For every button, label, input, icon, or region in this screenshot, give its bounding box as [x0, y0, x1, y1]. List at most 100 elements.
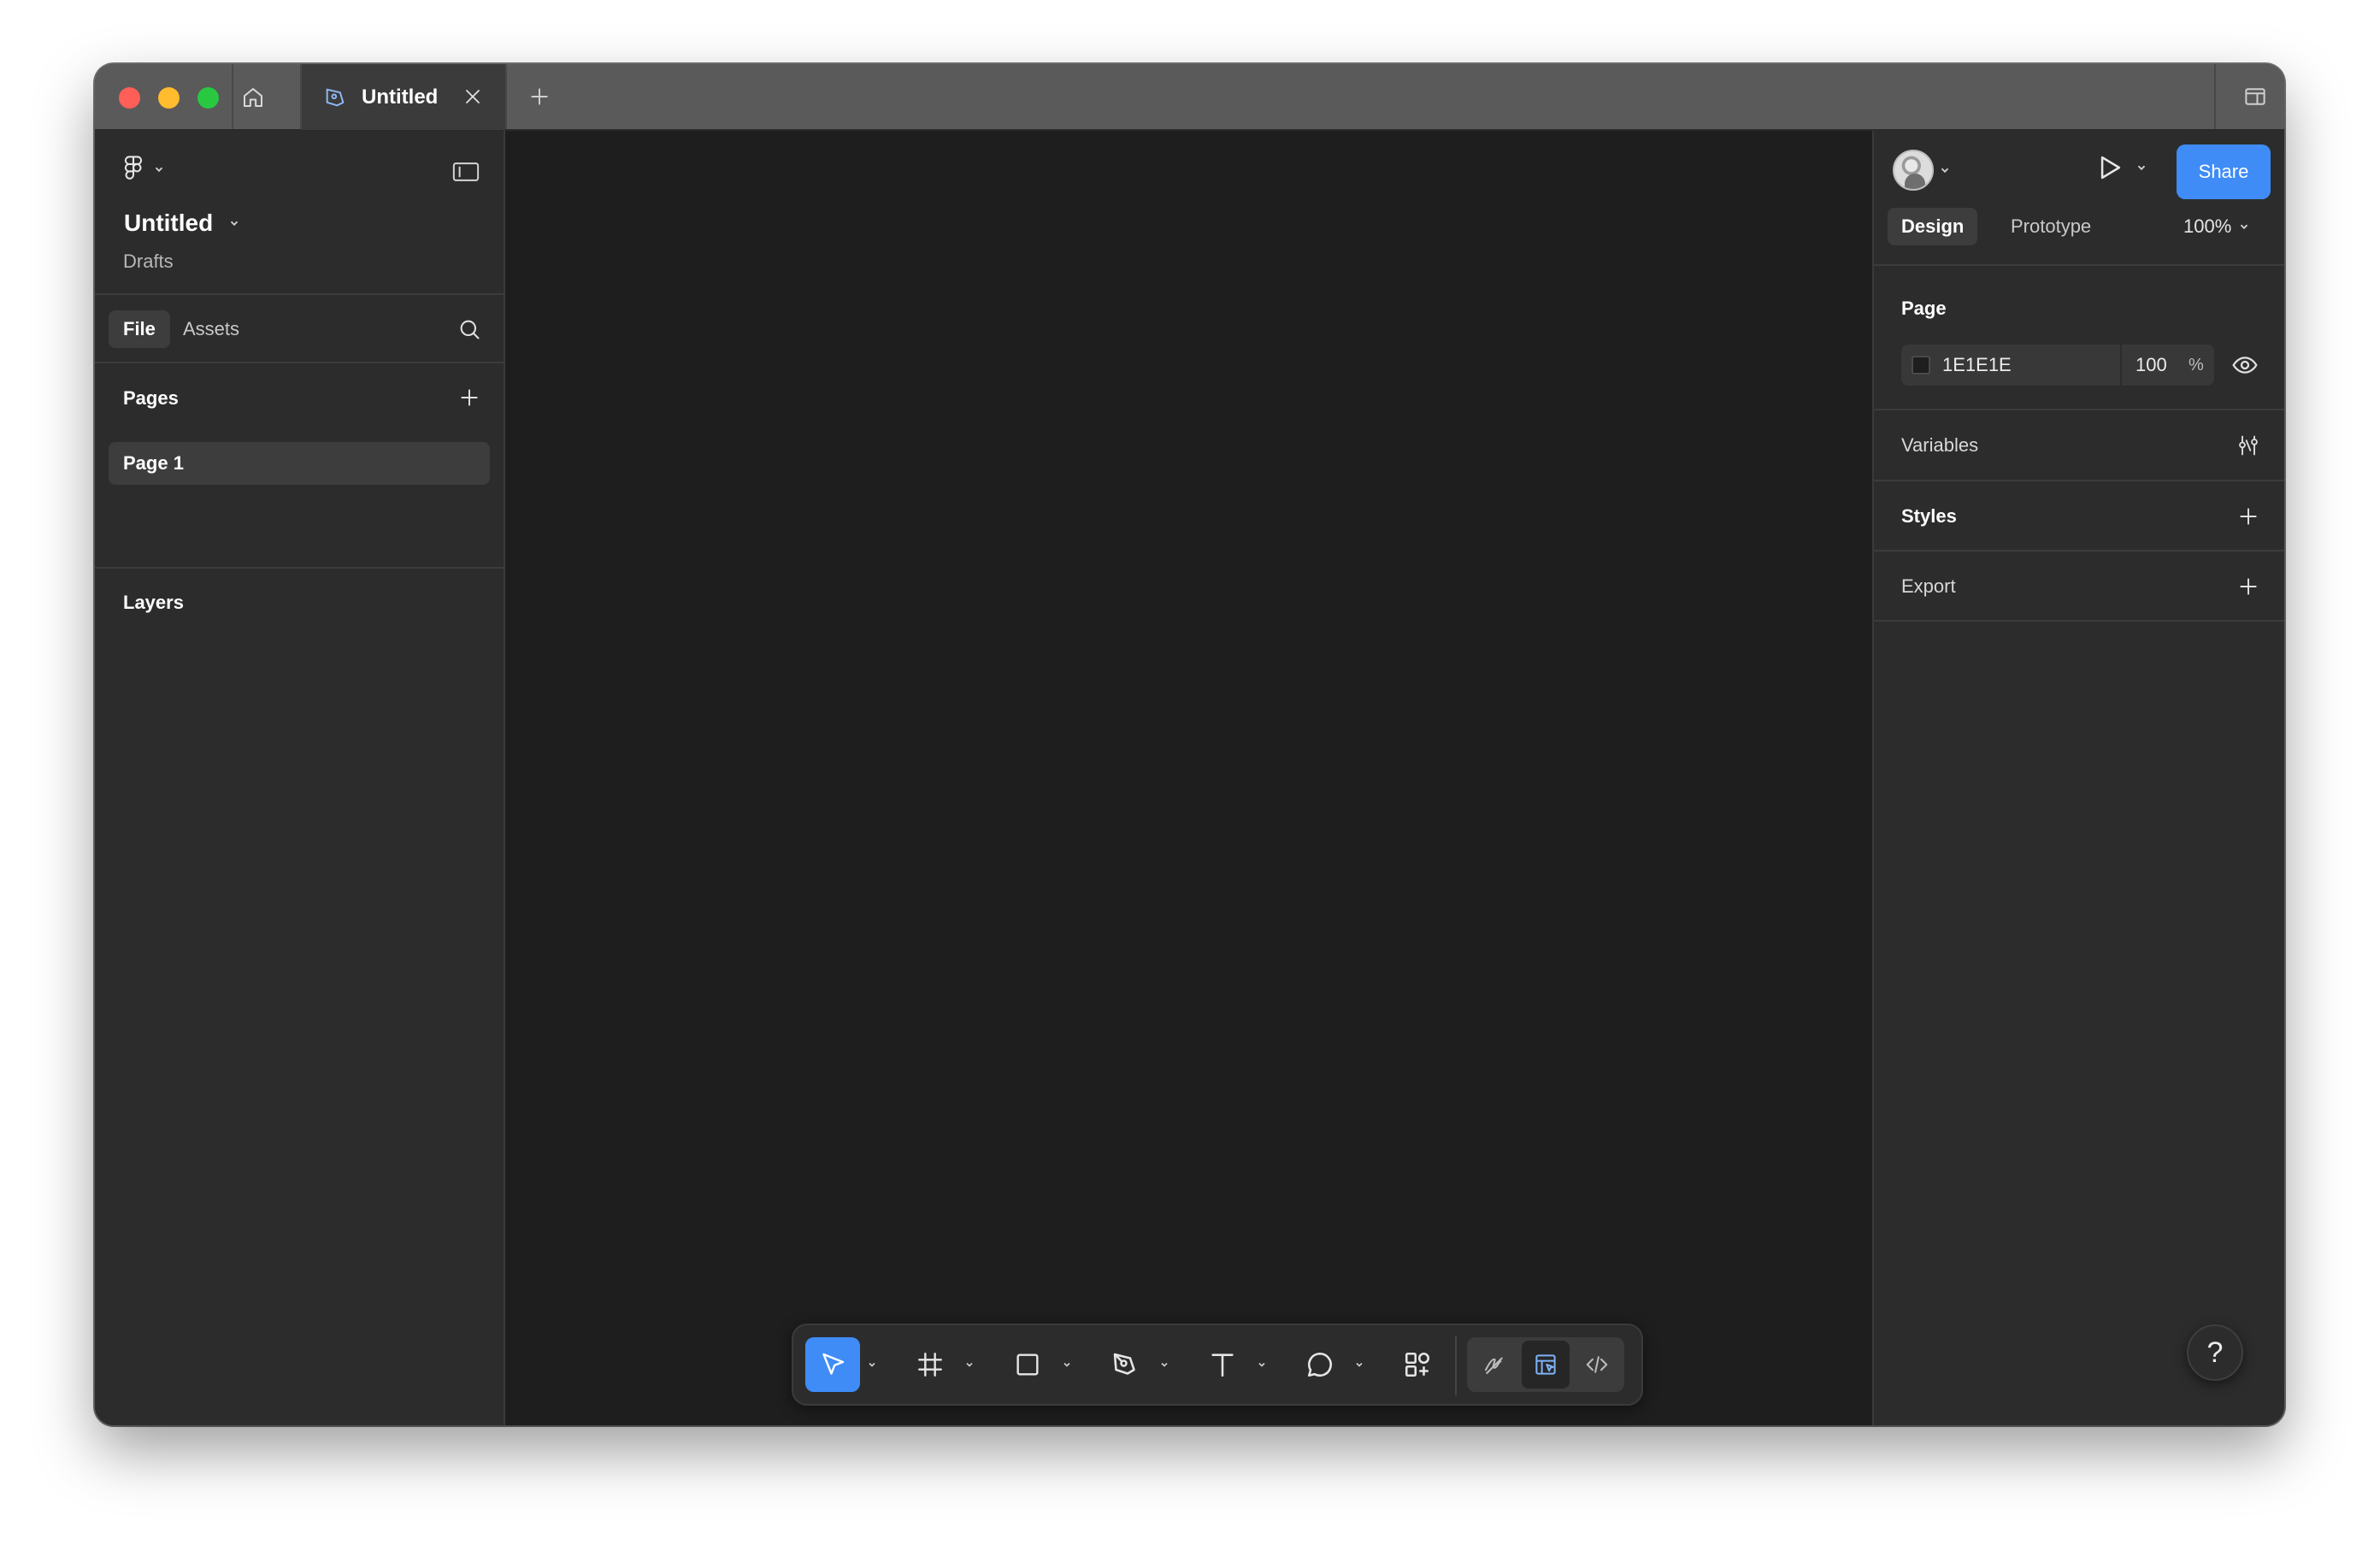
- window-layout-button[interactable]: [2238, 80, 2272, 114]
- plus-icon: [2240, 508, 2257, 525]
- frame-tool-options[interactable]: [963, 1358, 976, 1371]
- cursor-icon: [822, 1353, 845, 1375]
- opacity-input[interactable]: 100: [2136, 345, 2167, 386]
- chevron-down-icon: [2137, 165, 2146, 171]
- styles-label: Styles: [1901, 505, 1957, 527]
- tab-close-button[interactable]: [459, 83, 486, 110]
- variables-icon: [2239, 435, 2258, 456]
- text-tool-options[interactable]: [1255, 1358, 1269, 1371]
- move-tool-options[interactable]: [865, 1358, 879, 1371]
- actions-tool-button[interactable]: [1390, 1337, 1445, 1392]
- add-style-button[interactable]: [2233, 501, 2264, 532]
- app-window: Untitled Untitled Drafts File Assets Pag…: [95, 64, 2284, 1425]
- search-layers-button[interactable]: [454, 314, 485, 345]
- titlebar-divider: [2214, 64, 2216, 129]
- search-icon: [460, 320, 480, 339]
- move-tool-button[interactable]: [805, 1337, 860, 1392]
- tab-design[interactable]: Design: [1888, 208, 1978, 245]
- comment-icon: [1307, 1352, 1332, 1377]
- page-background-fill: 1E1E1E 100 %: [1901, 345, 2214, 386]
- avatar: [1893, 150, 1934, 191]
- pen-tool-button[interactable]: [1098, 1337, 1152, 1392]
- chevron-down-icon: [1063, 1362, 1070, 1367]
- chevron-down-icon: [155, 167, 163, 173]
- section-divider: [1874, 480, 2284, 481]
- section-divider: [95, 567, 504, 569]
- pages-heading: Pages: [123, 387, 179, 409]
- chevron-down-icon: [1941, 168, 1949, 174]
- pen-icon: [1113, 1353, 1135, 1375]
- title-bar: Untitled: [95, 64, 2284, 131]
- section-divider: [1874, 620, 2284, 622]
- plus-icon: [531, 88, 548, 105]
- section-divider: [1874, 409, 2284, 410]
- chevron-down-icon: [231, 221, 239, 227]
- home-button[interactable]: [232, 76, 274, 119]
- rectangle-icon: [1016, 1353, 1039, 1376]
- draw-icon: [1485, 1357, 1503, 1374]
- share-button[interactable]: Share: [2177, 144, 2271, 199]
- comment-tool-options[interactable]: [1352, 1358, 1366, 1371]
- variables-label: Variables: [1901, 434, 1979, 456]
- close-icon: [466, 90, 480, 103]
- page-label: Page 1: [123, 452, 184, 474]
- text-icon: [1211, 1353, 1234, 1377]
- design-mode-button[interactable]: [1522, 1341, 1570, 1389]
- user-menu-button[interactable]: [1893, 150, 1951, 191]
- figma-logo-icon: [124, 156, 143, 180]
- file-name: Untitled: [124, 209, 214, 236]
- section-divider: [1874, 550, 2284, 551]
- home-icon: [244, 88, 262, 107]
- tab-untitled[interactable]: Untitled: [302, 64, 505, 130]
- design-mode-icon: [1535, 1354, 1556, 1375]
- toggle-sidebar-button[interactable]: [451, 156, 481, 187]
- export-label: Export: [1901, 575, 1956, 597]
- pen-tool-options[interactable]: [1158, 1358, 1171, 1371]
- add-page-button[interactable]: [454, 382, 485, 413]
- zoom-window-button[interactable]: [197, 87, 219, 109]
- close-window-button[interactable]: [119, 87, 140, 109]
- frame-icon: [918, 1353, 942, 1377]
- shape-tool-button[interactable]: [1000, 1337, 1055, 1392]
- new-tab-button[interactable]: [522, 80, 557, 114]
- add-export-button[interactable]: [2233, 571, 2264, 602]
- plus-icon: [2240, 578, 2257, 595]
- toolbar-divider: [1455, 1336, 1457, 1395]
- page-list-item[interactable]: Page 1: [109, 442, 490, 485]
- frame-tool-button[interactable]: [903, 1337, 957, 1392]
- zoom-dropdown[interactable]: 100%: [2183, 208, 2250, 245]
- field-divider: [2120, 345, 2122, 386]
- draw-mode-button[interactable]: [1470, 1341, 1518, 1389]
- present-button[interactable]: [2093, 151, 2147, 184]
- color-swatch[interactable]: [1912, 356, 1930, 374]
- minimize-window-button[interactable]: [158, 87, 180, 109]
- chevron-down-icon: [1161, 1362, 1168, 1367]
- file-header: Untitled Drafts: [95, 131, 504, 295]
- left-panel-tabs: File Assets: [95, 293, 504, 363]
- page-section-title: Page: [1901, 298, 1947, 319]
- design-canvas[interactable]: [505, 131, 1872, 1425]
- help-button[interactable]: ?: [2187, 1324, 2243, 1381]
- tab-file[interactable]: File: [109, 310, 170, 348]
- tab-prototype[interactable]: Prototype: [1997, 208, 2105, 245]
- text-tool-button[interactable]: [1195, 1337, 1250, 1392]
- shape-tool-options[interactable]: [1060, 1358, 1074, 1371]
- actions-icon: [1405, 1352, 1430, 1377]
- main-menu-button[interactable]: [121, 155, 165, 184]
- plus-icon: [461, 389, 478, 406]
- tab-assets[interactable]: Assets: [168, 310, 254, 348]
- titlebar-divider: [505, 64, 507, 129]
- file-location[interactable]: Drafts: [123, 251, 174, 273]
- background-hex-input[interactable]: 1E1E1E: [1942, 345, 2012, 386]
- dev-mode-button[interactable]: [1573, 1341, 1621, 1389]
- toggle-visibility-button[interactable]: [2230, 350, 2260, 380]
- layers-heading: Layers: [123, 592, 184, 613]
- bottom-toolbar: [792, 1324, 1643, 1406]
- tab-title: Untitled: [362, 85, 439, 109]
- open-variables-button[interactable]: [2233, 430, 2264, 461]
- chevron-down-icon: [1356, 1362, 1363, 1367]
- opacity-unit: %: [2189, 356, 2204, 374]
- section-divider: [1874, 264, 2284, 266]
- file-name-button[interactable]: Untitled: [124, 209, 240, 237]
- comment-tool-button[interactable]: [1293, 1337, 1347, 1392]
